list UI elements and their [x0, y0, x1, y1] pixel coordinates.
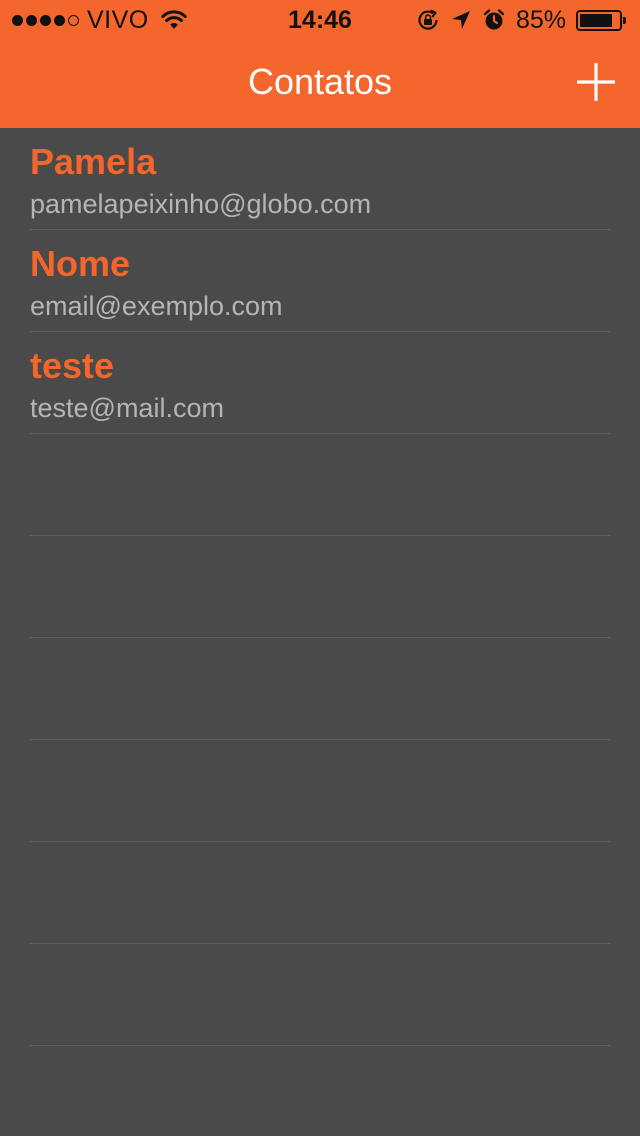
- empty-row: [0, 638, 640, 740]
- contact-row[interactable]: Nome email@exemplo.com: [0, 230, 640, 332]
- battery-tip: [623, 16, 626, 24]
- app-header: VIVO 14:46 85% Contatos: [0, 0, 640, 128]
- battery-icon: [576, 9, 626, 31]
- contact-email: email@exemplo.com: [30, 291, 283, 321]
- contact-email: pamelapeixinho@globo.com: [30, 189, 372, 219]
- status-bar: VIVO 14:46 85%: [0, 0, 640, 40]
- add-contact-button[interactable]: [574, 60, 618, 104]
- status-bar-right: 85%: [416, 6, 628, 34]
- empty-row: [0, 740, 640, 842]
- contact-row[interactable]: teste teste@mail.com: [0, 332, 640, 434]
- contact-row[interactable]: Pamela pamelapeixinho@globo.com: [0, 128, 640, 230]
- battery-percent: 85%: [515, 5, 566, 34]
- navigation-bar: Contatos: [0, 40, 640, 128]
- contact-email: teste@mail.com: [30, 393, 224, 423]
- plus-icon: [577, 63, 615, 101]
- empty-row: [0, 842, 640, 944]
- page-title: Contatos: [247, 61, 393, 102]
- battery-level: [580, 13, 612, 27]
- contacts-list: Pamela pamelapeixinho@globo.com Nome ema…: [0, 128, 640, 1046]
- location-arrow-icon: [451, 11, 470, 29]
- rotation-lock-icon: [418, 9, 438, 30]
- contact-name: Pamela: [30, 141, 157, 182]
- empty-row: [0, 536, 640, 638]
- alarm-icon: [483, 9, 505, 30]
- contact-name: teste: [30, 345, 115, 386]
- empty-row: [0, 944, 640, 1046]
- empty-row: [0, 434, 640, 536]
- contact-name: Nome: [30, 243, 131, 284]
